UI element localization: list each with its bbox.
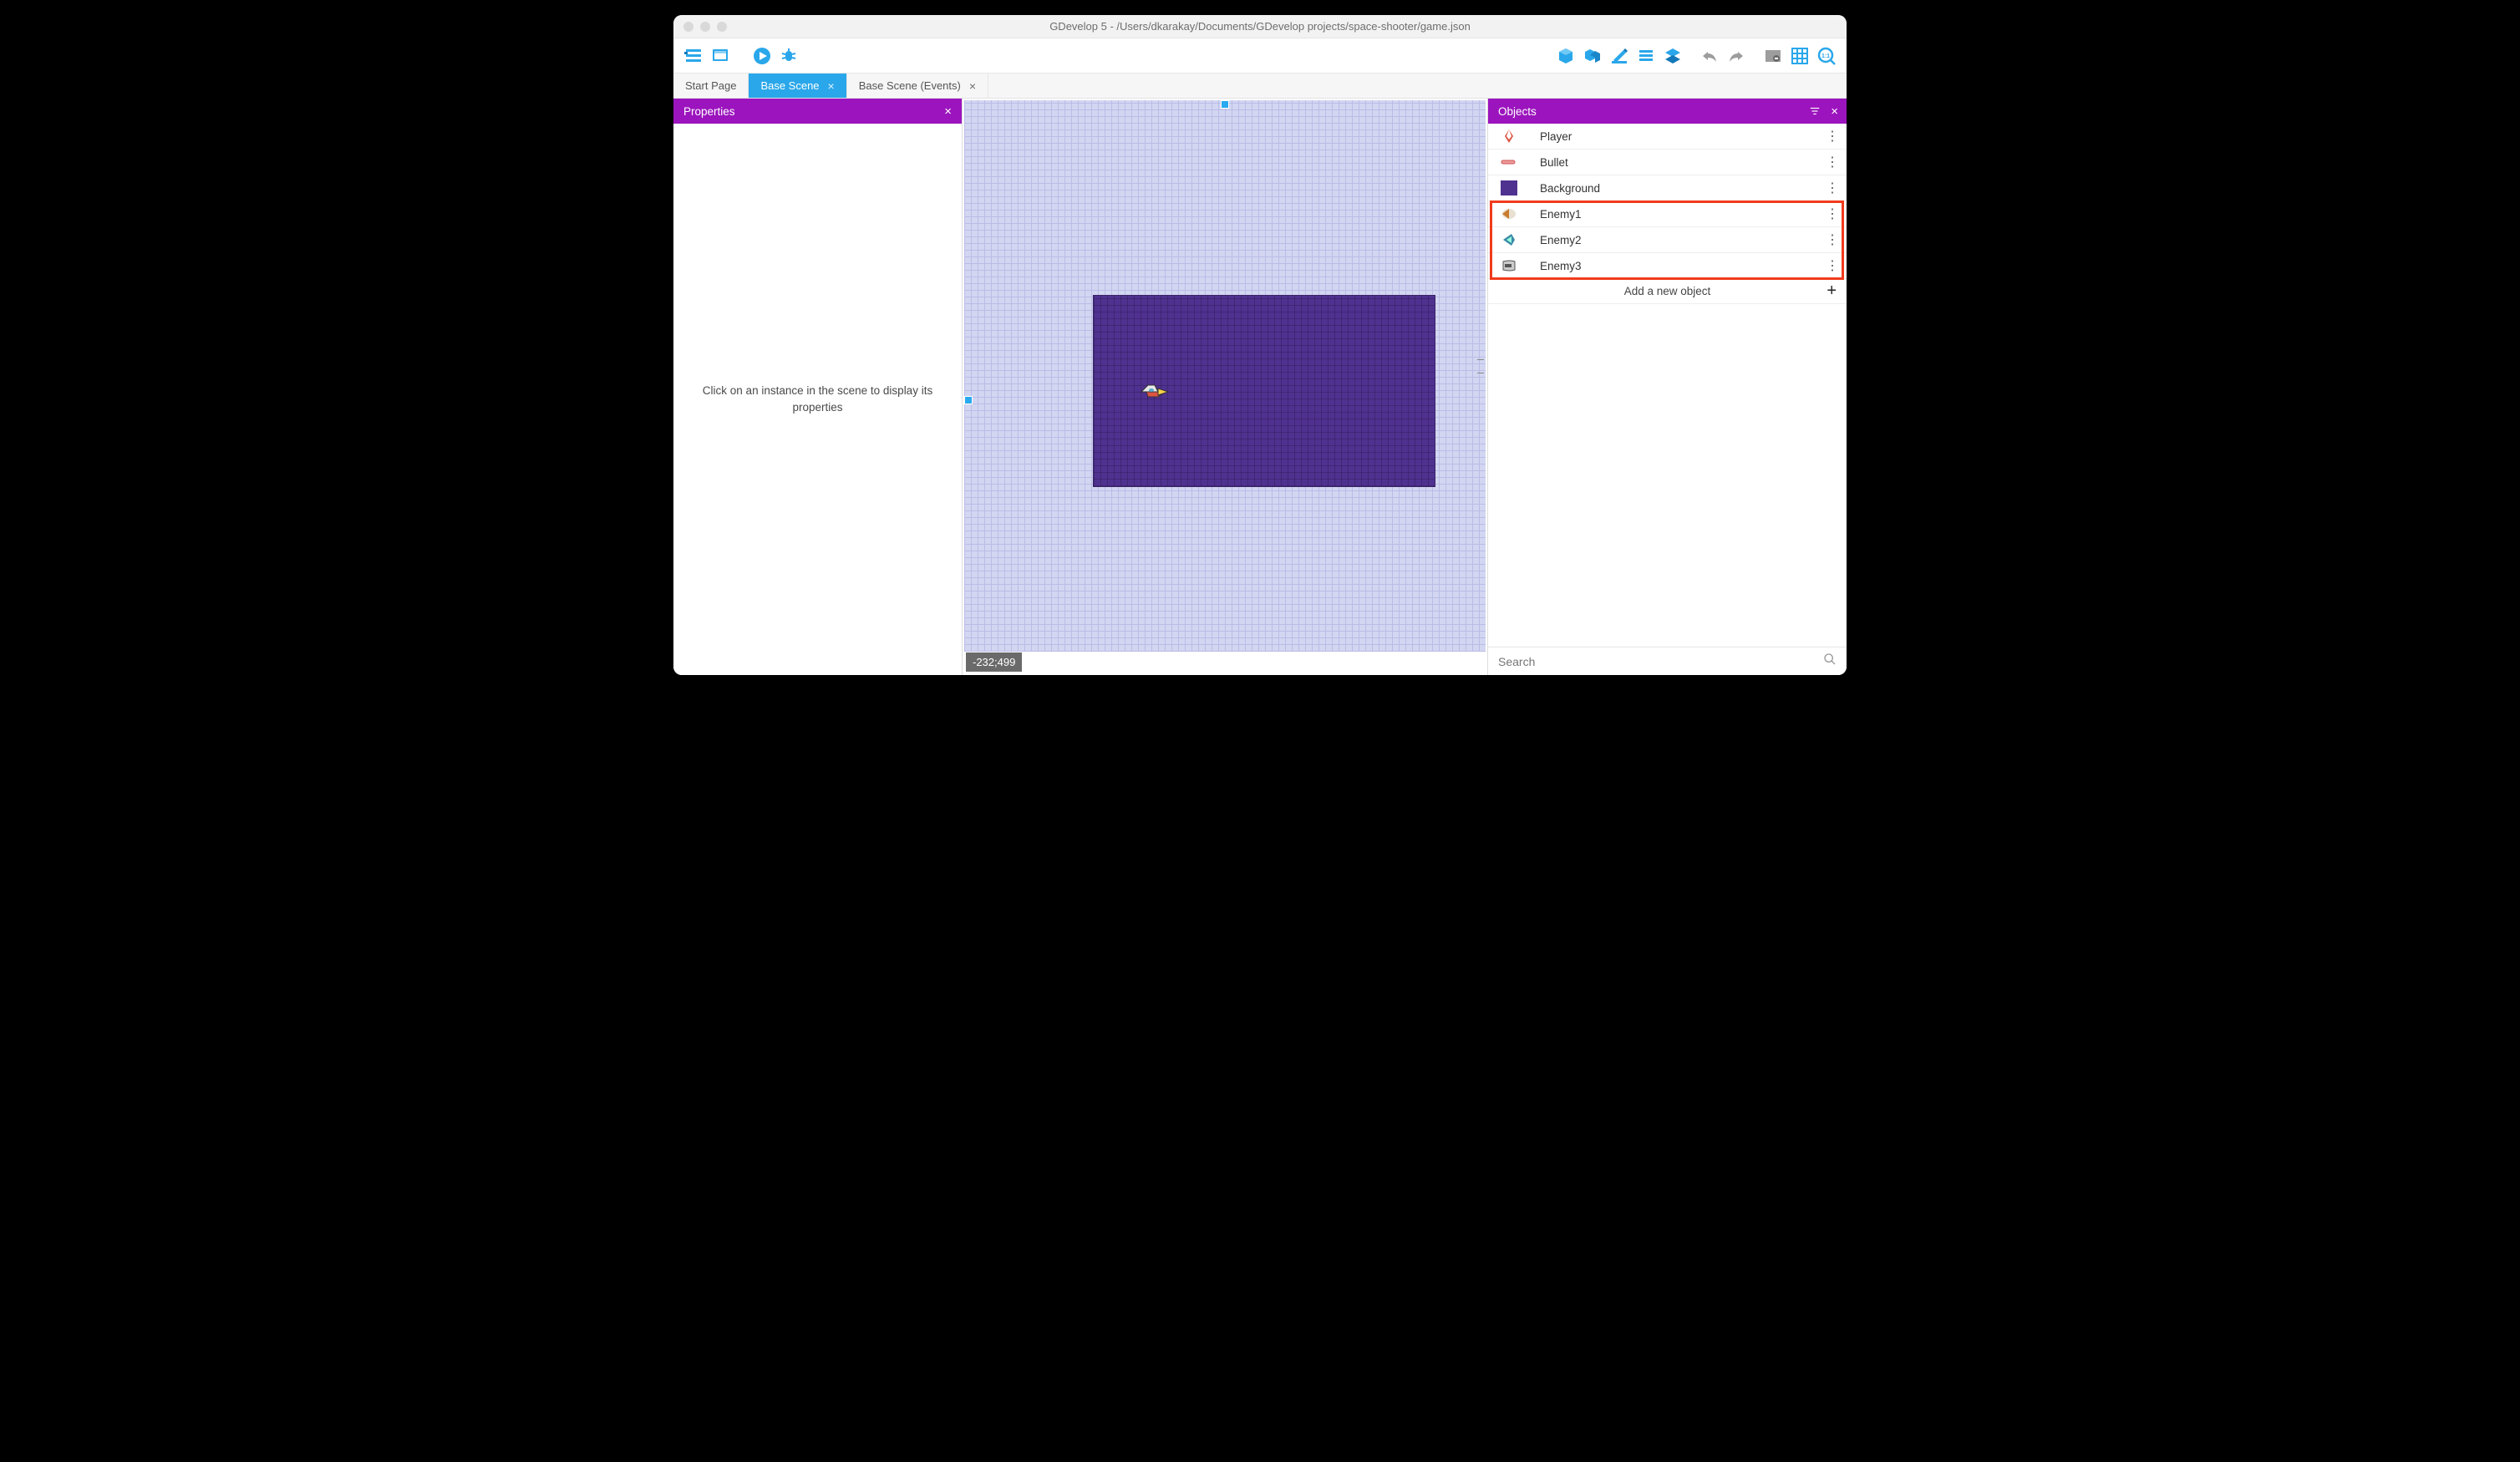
player-instance[interactable] [1140,380,1170,404]
tab-base-scene[interactable]: Base Scene × [749,74,846,98]
object-name: Player [1540,130,1826,143]
object-name: Enemy1 [1540,208,1826,221]
tab-label: Base Scene (Events) [859,79,961,92]
object-name: Bullet [1540,156,1826,169]
tab-label: Start Page [685,79,736,92]
objects-header: Objects × [1488,99,1847,124]
tab-base-scene-events[interactable]: Base Scene (Events) × [847,74,988,98]
close-icon[interactable]: × [969,79,976,93]
enemy2-thumb-icon [1498,231,1520,249]
tab-bar: Start Page Base Scene × Base Scene (Even… [673,74,1847,99]
open-properties-button[interactable] [1608,44,1631,68]
selection-handle-left[interactable] [964,396,973,404]
close-icon[interactable]: × [1831,104,1838,119]
titlebar: GDevelop 5 - /Users/dkarakay/Documents/G… [673,15,1847,38]
object-row-player[interactable]: Player ⋮ [1488,124,1847,150]
scene-canvas[interactable]: -232;499 [963,99,1487,675]
panel-title: Properties [683,105,735,118]
tab-start-page[interactable]: Start Page [673,74,749,98]
play-button[interactable] [750,44,774,68]
player-thumb-icon [1498,127,1520,145]
selection-handle-top[interactable] [1221,100,1229,109]
kebab-icon[interactable]: ⋮ [1826,128,1838,145]
object-row-background[interactable]: Background ⋮ [1488,175,1847,201]
properties-panel: Properties × Click on an instance in the… [673,99,963,675]
traffic-zoom-icon[interactable] [717,22,727,32]
properties-empty-text: Click on an instance in the scene to dis… [673,124,962,675]
object-row-enemy3[interactable]: Enemy3 ⋮ [1488,253,1847,279]
cursor-coordinates: -232;499 [966,652,1022,672]
zoom-button[interactable]: 1:1 [1815,44,1838,68]
panel-title: Objects [1498,105,1537,118]
objects-list: Player ⋮ Bullet ⋮ Background ⋮ Enemy1 ⋮ [1488,124,1847,647]
enemy3-thumb-icon [1498,256,1520,275]
plus-icon: + [1826,282,1837,301]
undo-button[interactable] [1698,44,1721,68]
traffic-close-icon[interactable] [683,22,694,32]
ruler-tick [1477,359,1484,360]
filter-icon[interactable] [1809,105,1821,117]
main-body: Properties × Click on an instance in the… [673,99,1847,675]
toolbar: 1:1 [673,38,1847,74]
search-icon[interactable] [1823,652,1837,670]
close-icon[interactable]: × [828,79,835,93]
background-thumb-icon [1498,179,1520,197]
kebab-icon[interactable]: ⋮ [1826,231,1838,248]
window-controls [673,22,727,32]
redo-button[interactable] [1725,44,1748,68]
kebab-icon[interactable]: ⋮ [1826,206,1838,222]
enemy1-thumb-icon [1498,205,1520,223]
tab-label: Base Scene [760,79,819,92]
objects-search [1488,647,1847,675]
zoom-fit-button[interactable] [1761,44,1785,68]
export-button[interactable] [709,44,732,68]
toggle-grid-button[interactable] [1788,44,1811,68]
project-manager-button[interactable] [682,44,705,68]
objects-panel: Objects × Player ⋮ Bullet ⋮ [1487,99,1847,675]
add-object-label: Add a new object [1624,285,1711,297]
open-objects-button[interactable] [1554,44,1578,68]
object-name: Background [1540,182,1826,195]
open-groups-button[interactable] [1581,44,1604,68]
canvas-grid [964,100,1486,652]
object-name: Enemy2 [1540,234,1826,246]
properties-header: Properties × [673,99,962,124]
app-window: GDevelop 5 - /Users/dkarakay/Documents/G… [673,15,1847,675]
search-input[interactable] [1498,655,1823,668]
object-row-enemy1[interactable]: Enemy1 ⋮ [1488,201,1847,227]
open-instances-button[interactable] [1634,44,1658,68]
kebab-icon[interactable]: ⋮ [1826,257,1838,274]
close-icon[interactable]: × [944,104,952,119]
object-row-enemy2[interactable]: Enemy2 ⋮ [1488,227,1847,253]
open-layers-button[interactable] [1661,44,1684,68]
add-object-button[interactable]: Add a new object + [1488,279,1847,304]
kebab-icon[interactable]: ⋮ [1826,154,1838,170]
debug-button[interactable] [777,44,800,68]
object-row-bullet[interactable]: Bullet ⋮ [1488,150,1847,175]
kebab-icon[interactable]: ⋮ [1826,180,1838,196]
bullet-thumb-icon [1498,153,1520,171]
svg-text:1:1: 1:1 [1821,53,1830,59]
window-title: GDevelop 5 - /Users/dkarakay/Documents/G… [673,20,1847,33]
traffic-minimize-icon[interactable] [700,22,710,32]
object-name: Enemy3 [1540,260,1826,272]
